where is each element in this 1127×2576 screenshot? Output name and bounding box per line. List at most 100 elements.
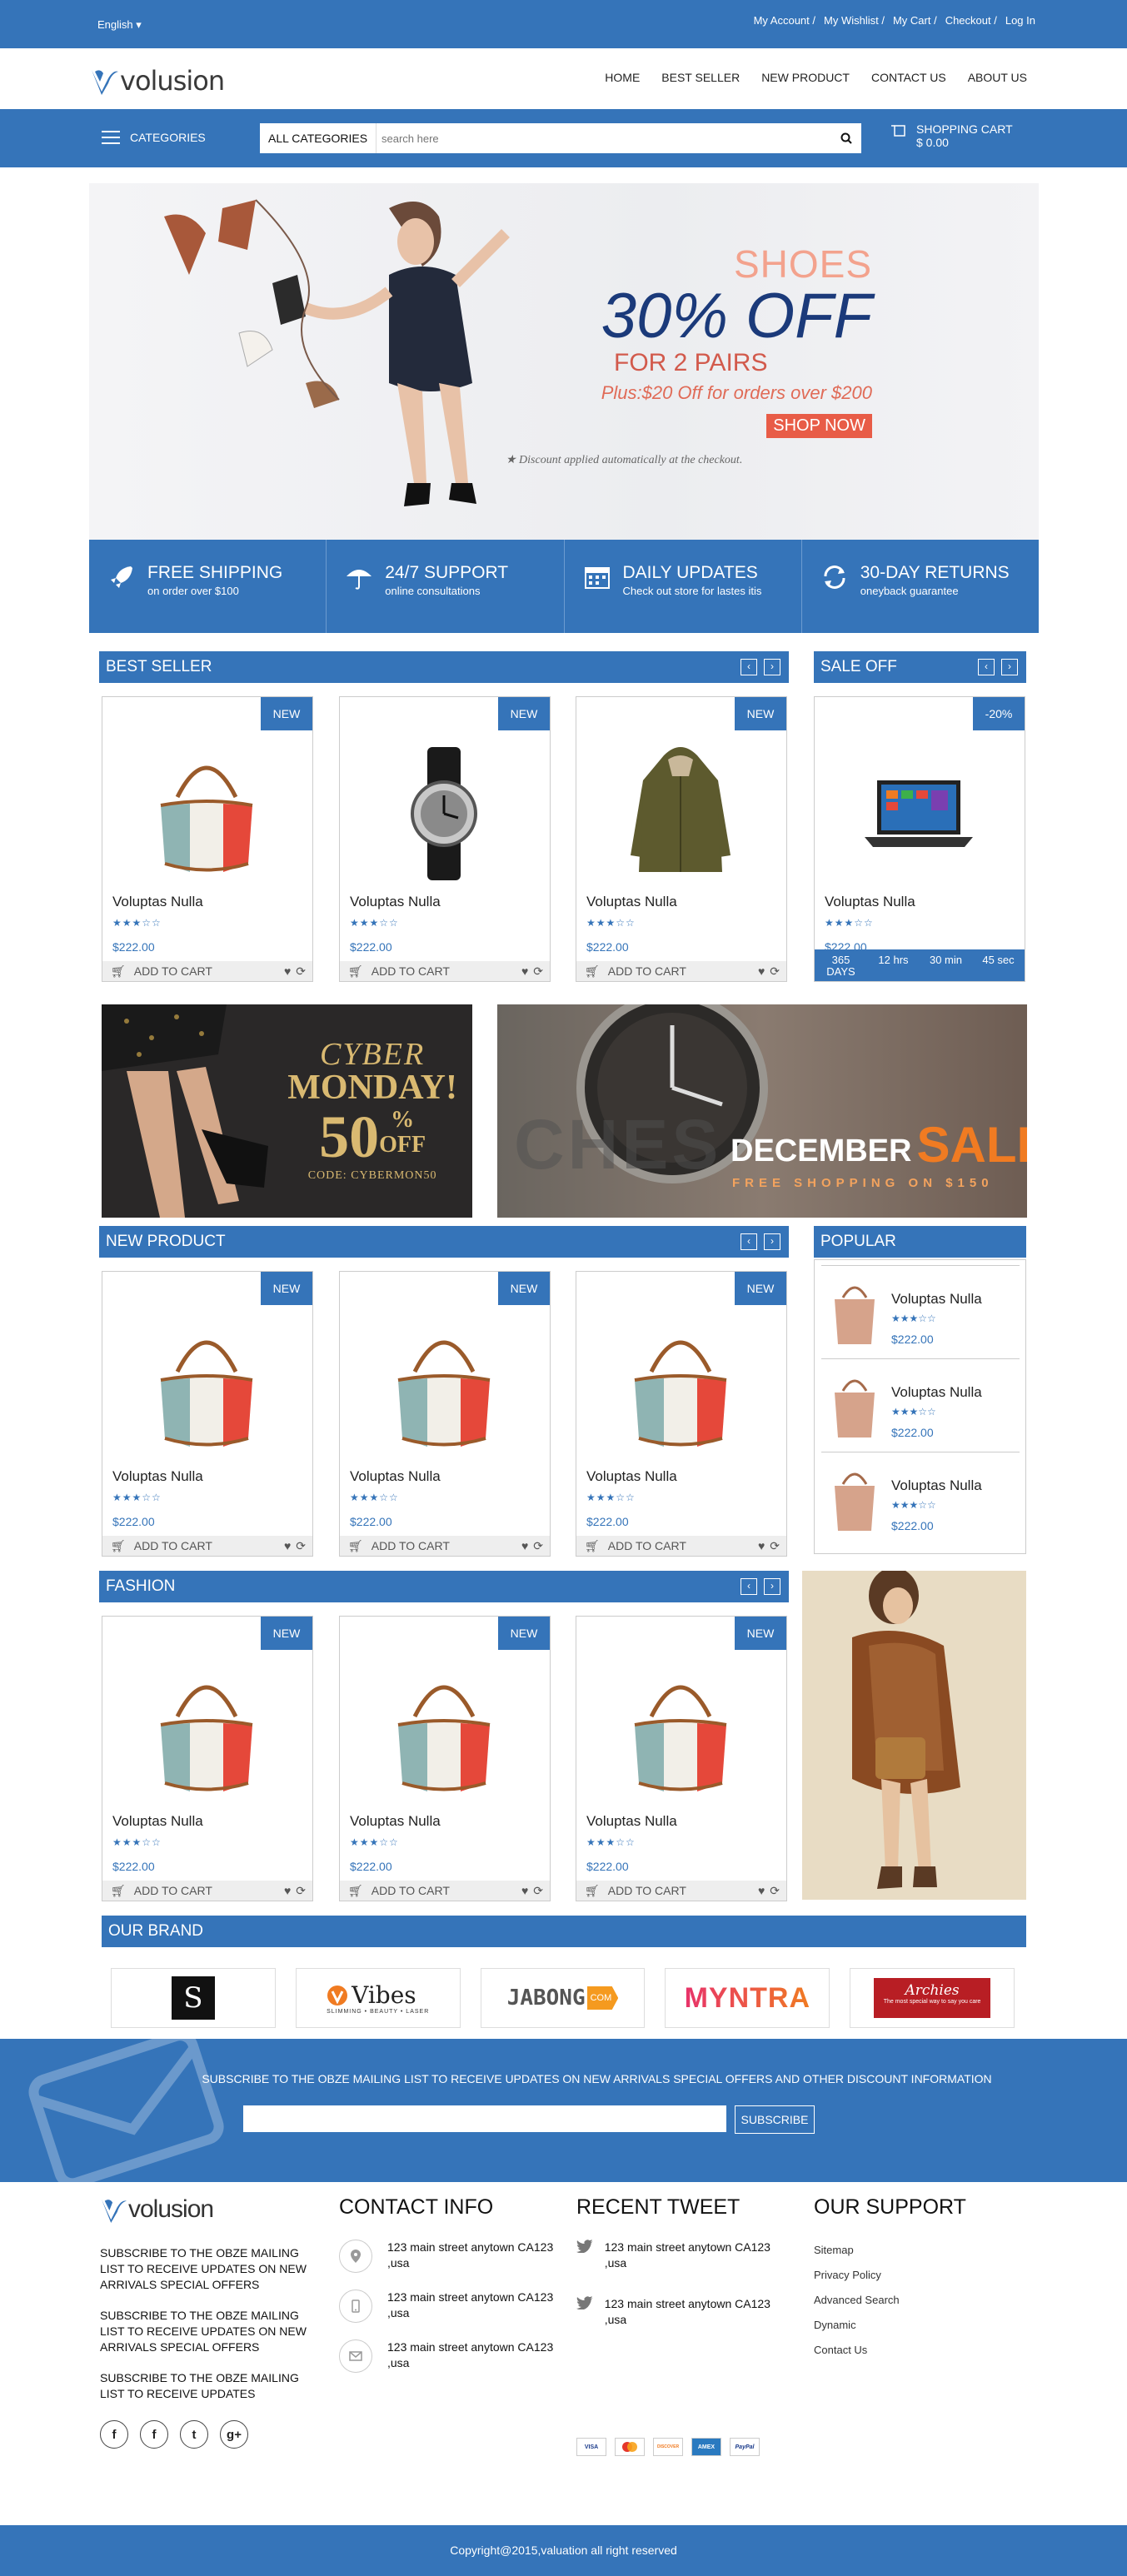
product-image[interactable] [618,1313,743,1463]
product-card[interactable]: NEW Voluptas Nulla ★★★☆☆ $222.00 🛒︎ ADD TO CA… [339,1616,551,1901]
categories-menu[interactable]: CATEGORIES [102,131,206,144]
prev-arrow-button[interactable]: ‹ [741,1233,757,1250]
add-to-cart-button[interactable]: ADD TO CART [608,964,686,978]
cyber-monday-banner[interactable]: CYBER MONDAY! 50 % OFF CODE: CYBERMON50 [102,1004,472,1218]
facebook-icon[interactable]: f [100,2420,128,2449]
popular-item-image[interactable] [828,1462,881,1537]
product-name[interactable]: Voluptas Nulla [891,1291,982,1308]
product-name[interactable]: Voluptas Nulla [350,894,441,910]
product-name[interactable]: Voluptas Nulla [112,1468,203,1485]
my-wishlist-link[interactable]: My Wishlist / [824,14,885,27]
brand-logo-myntra[interactable]: MYNTRA [665,1968,830,2028]
nav-new-product[interactable]: NEW PRODUCT [761,71,850,84]
compare-icon[interactable]: ⟳ [770,1884,780,1898]
support-link-dynamic[interactable]: Dynamic [814,2313,1030,2338]
heart-icon[interactable]: ♥ [284,1884,291,1898]
popular-item[interactable]: Voluptas Nulla ★★★☆☆ $222.00 [821,1265,1020,1358]
product-image[interactable] [381,739,506,889]
add-to-cart-button[interactable]: ADD TO CART [134,964,212,978]
brand-logo-s[interactable]: S [111,1968,276,2028]
footer-logo[interactable]: volusion [100,2195,317,2224]
product-name[interactable]: Voluptas Nulla [350,1468,441,1485]
search-button[interactable] [831,123,861,153]
product-name[interactable]: Voluptas Nulla [891,1477,982,1494]
product-card[interactable]: NEW Voluptas Nulla ★★★☆☆ $222.00 🛒︎ ADD TO CA… [102,1616,313,1901]
checkout-link[interactable]: Checkout / [945,14,997,27]
next-arrow-button[interactable]: › [764,659,780,675]
product-image[interactable] [144,1658,269,1808]
newsletter-email-input[interactable] [243,2105,726,2132]
my-cart-link[interactable]: My Cart / [893,14,937,27]
twitter-icon[interactable]: t [180,2420,208,2449]
nav-contact-us[interactable]: CONTACT US [871,71,946,84]
language-selector[interactable]: English ▾ [97,18,142,32]
popular-item[interactable]: Voluptas Nulla ★★★☆☆ $222.00 [821,1452,1020,1545]
search-input[interactable] [376,126,831,151]
heart-icon[interactable]: ♥ [758,1539,765,1553]
brand-logo-archies[interactable]: Archies The most special way to say you … [850,1968,1015,2028]
product-card[interactable]: NEW Voluptas Nulla ★★★☆☆ $222.00 🛒︎ ADD TO CA… [576,696,787,982]
brand-logo-jabong[interactable]: JABONG COM [480,1968,646,2028]
sale-product-card[interactable]: -20% Voluptas Nulla ★★★☆☆ $222.00 365 DAYS 12 … [814,696,1025,982]
add-to-cart-button[interactable]: ADD TO CART [372,1884,450,1897]
prev-arrow-button[interactable]: ‹ [978,659,995,675]
prev-arrow-button[interactable]: ‹ [741,1578,757,1595]
product-image[interactable] [618,1658,743,1808]
prev-arrow-button[interactable]: ‹ [741,659,757,675]
compare-icon[interactable]: ⟳ [296,1539,306,1553]
heart-icon[interactable]: ♥ [521,964,528,979]
compare-icon[interactable]: ⟳ [770,964,780,979]
product-name[interactable]: Voluptas Nulla [586,1468,677,1485]
next-arrow-button[interactable]: › [764,1233,780,1250]
heart-icon[interactable]: ♥ [758,1884,765,1898]
add-to-cart-button[interactable]: ADD TO CART [134,1539,212,1552]
product-name[interactable]: Voluptas Nulla [825,894,915,910]
product-image[interactable] [381,1658,506,1808]
product-image[interactable] [144,1313,269,1463]
support-link-contact[interactable]: Contact Us [814,2338,1030,2363]
subscribe-button[interactable]: SUBSCRIBE [735,2105,815,2134]
heart-icon[interactable]: ♥ [521,1884,528,1898]
popular-item-image[interactable] [828,1369,881,1443]
brand-logo-vibes[interactable]: Vibes SLIMMING • BEAUTY • LASER [295,1968,461,2028]
compare-icon[interactable]: ⟳ [533,1884,543,1898]
category-select[interactable]: ALL CATEGORIES [260,123,376,153]
december-sale-banner[interactable]: CHES DECEMBER SALE FREE SHOPPING ON $150 [497,1004,1027,1218]
hero-banner[interactable]: SHOES 30% OFF FOR 2 PAIRS Plus:$20 Off f… [89,183,1039,540]
nav-home[interactable]: HOME [605,71,640,84]
add-to-cart-button[interactable]: ADD TO CART [608,1539,686,1552]
product-card[interactable]: NEW Voluptas Nulla ★★★☆☆ $222.00 🛒︎ ADD TO CA… [102,1271,313,1557]
compare-icon[interactable]: ⟳ [296,1884,306,1898]
shopping-cart[interactable]: SHOPPING CART $ 0.00 [891,122,1013,149]
product-image[interactable] [144,739,269,889]
product-name[interactable]: Voluptas Nulla [350,1813,441,1830]
heart-icon[interactable]: ♥ [284,1539,291,1553]
popular-item[interactable]: Voluptas Nulla ★★★☆☆ $222.00 [821,1358,1020,1452]
support-link-privacy[interactable]: Privacy Policy [814,2263,1030,2288]
product-image[interactable] [618,739,743,889]
product-name[interactable]: Voluptas Nulla [891,1384,982,1401]
nav-about-us[interactable]: ABOUT US [968,71,1027,84]
heart-icon[interactable]: ♥ [758,964,765,979]
product-card[interactable]: NEW Voluptas Nulla ★★★☆☆ $222.00 🛒︎ ADD TO CA… [576,1271,787,1557]
shop-now-button[interactable]: SHOP NOW [766,414,872,438]
product-image[interactable] [856,739,981,889]
compare-icon[interactable]: ⟳ [296,964,306,979]
google-plus-icon[interactable]: g+ [220,2420,248,2449]
logo[interactable]: volusion [90,65,225,97]
compare-icon[interactable]: ⟳ [533,1539,543,1553]
login-link[interactable]: Log In [1005,14,1035,27]
product-card[interactable]: NEW Voluptas Nulla ★★★☆☆ $222.00 🛒︎ ADD TO CA… [102,696,313,982]
nav-best-seller[interactable]: BEST SELLER [661,71,740,84]
compare-icon[interactable]: ⟳ [770,1539,780,1553]
add-to-cart-button[interactable]: ADD TO CART [372,1539,450,1552]
heart-icon[interactable]: ♥ [521,1539,528,1553]
popular-item-image[interactable] [828,1276,881,1350]
add-to-cart-button[interactable]: ADD TO CART [608,1884,686,1897]
compare-icon[interactable]: ⟳ [533,964,543,979]
next-arrow-button[interactable]: › [1001,659,1018,675]
product-name[interactable]: Voluptas Nulla [586,1813,677,1830]
product-name[interactable]: Voluptas Nulla [112,894,203,910]
add-to-cart-button[interactable]: ADD TO CART [134,1884,212,1897]
my-account-link[interactable]: My Account / [754,14,815,27]
